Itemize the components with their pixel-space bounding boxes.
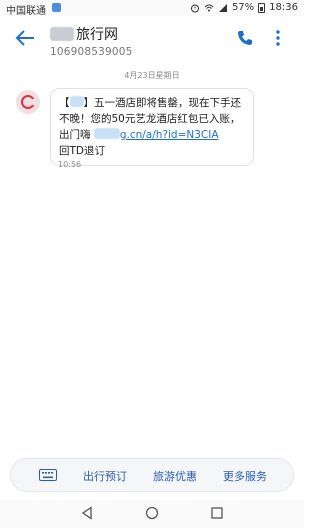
carrier-label: 中国联通	[6, 6, 46, 17]
alarm-icon	[190, 4, 199, 12]
sim-icon	[52, 3, 61, 12]
signal-icon	[218, 3, 227, 12]
menu-item-travel-deals[interactable]: 旅游优惠	[153, 468, 197, 484]
nav-recent-icon[interactable]	[211, 507, 223, 519]
redacted-block	[50, 27, 74, 41]
nav-home-icon[interactable]	[145, 506, 159, 520]
more-vertical-icon[interactable]	[270, 28, 286, 48]
menu-item-more-services[interactable]: 更多服务	[223, 468, 267, 484]
battery-icon	[258, 2, 266, 13]
message-text-3: 回TD退订	[59, 145, 105, 157]
nav-back-icon[interactable]	[80, 506, 94, 520]
conversation-header: 旅行网 106908539005	[0, 16, 304, 60]
date-separator: 4月23日星期日	[124, 71, 180, 80]
avatar-icon[interactable]	[16, 90, 40, 114]
clock: 18:36	[269, 2, 298, 13]
contact-info: 旅行网 106908539005	[50, 24, 133, 58]
keyboard-icon[interactable]	[39, 469, 57, 481]
status-right: 57% 18:36	[190, 2, 298, 13]
contact-name: 旅行网	[76, 27, 118, 43]
message-bubble[interactable]: 【】五一酒店即将售罄，现在下手还不晚！您的50元艺龙酒店红包已入账，出门嗨 g.…	[50, 88, 254, 166]
system-nav-bar	[0, 500, 304, 528]
battery-percent: 57%	[231, 2, 255, 13]
menu-item-travel-booking[interactable]: 出行预订	[83, 468, 127, 484]
service-menu-bar: 出行预订 旅游优惠 更多服务	[10, 458, 294, 492]
status-bar: 中国联通 57% 18:36	[0, 0, 304, 17]
back-arrow-icon[interactable]	[14, 28, 36, 48]
phone-icon[interactable]	[236, 29, 254, 47]
redacted-link-block	[93, 128, 120, 139]
contact-number: 106908539005	[50, 46, 133, 58]
wifi-icon	[204, 4, 214, 11]
message-link[interactable]: g.cn/a/h?id=N3CIA	[120, 129, 219, 141]
message-time: 10:56	[58, 160, 82, 169]
message-text-1: 【	[59, 97, 70, 109]
redacted-block	[69, 96, 84, 107]
